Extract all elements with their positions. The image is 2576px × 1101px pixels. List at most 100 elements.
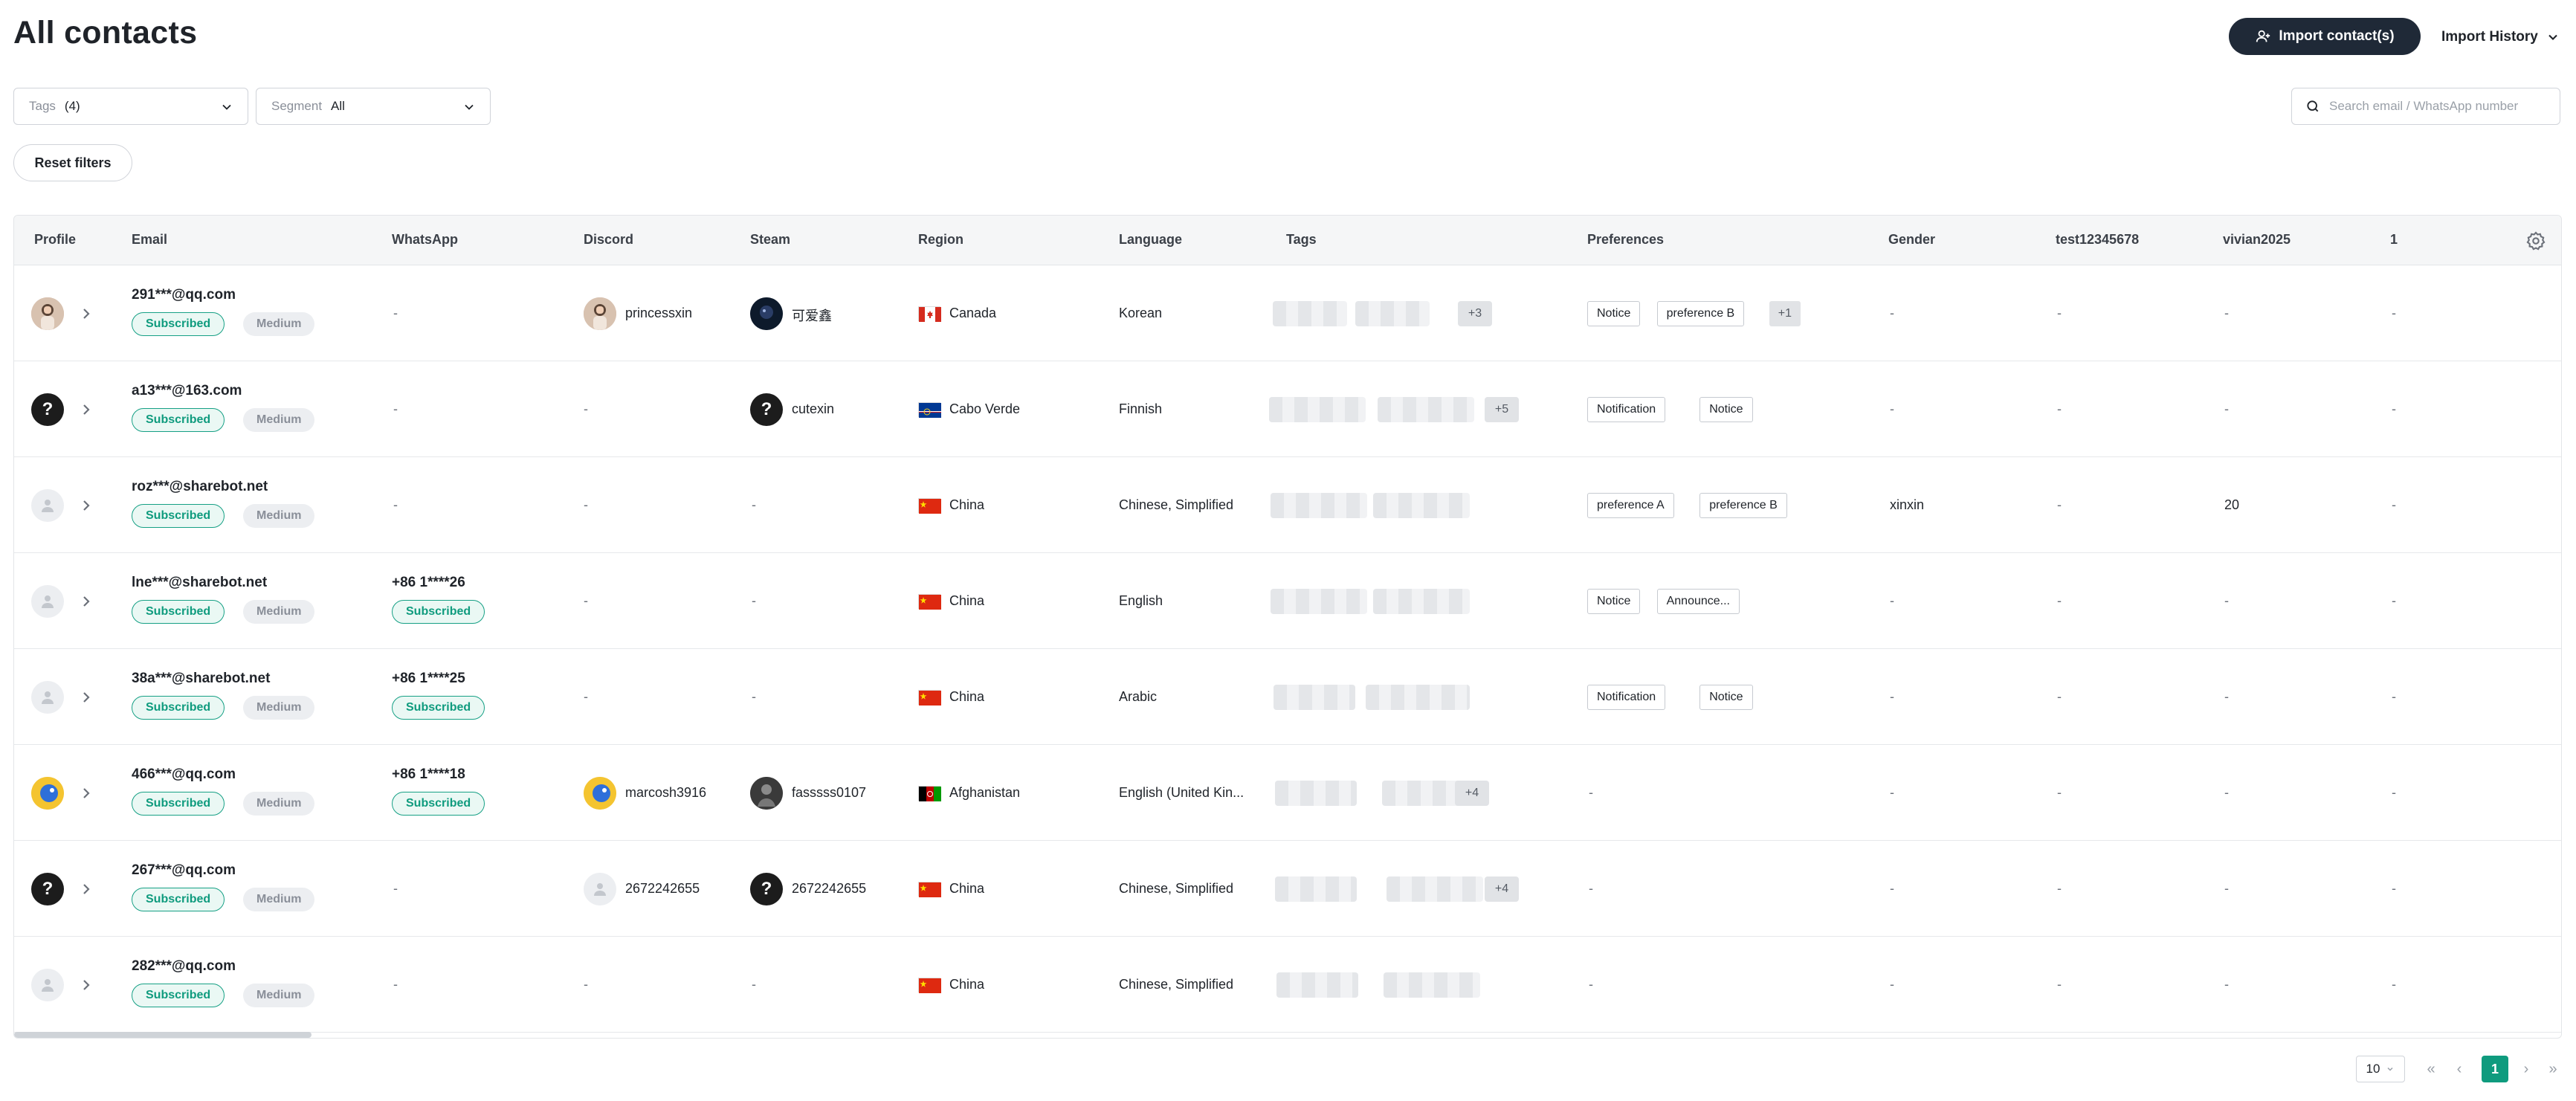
discord-value: - [584,593,588,608]
tags-filter-dropdown[interactable]: Tags (4) [13,88,248,125]
flag-icon-cn [918,881,941,897]
region-value: Afghanistan [949,784,1021,800]
steam-avatar [750,776,783,810]
vivian2025-value: - [2224,784,2229,800]
last-page-icon[interactable]: » [2543,1059,2563,1079]
expand-row-chevron-icon[interactable] [77,305,95,323]
current-page-button[interactable]: 1 [2482,1056,2508,1082]
preference-chip: Notification [1587,396,1666,422]
vivian2025-value: - [2224,401,2229,416]
tag-chip-blurred [1373,492,1470,518]
import-contacts-button[interactable]: Import contact(s) [2229,18,2421,55]
tags-more-badge[interactable]: +5 [1485,396,1519,422]
gear-icon[interactable] [2525,230,2546,251]
column-1-value: - [2392,401,2396,416]
column-header-tags: Tags [1286,232,1317,247]
segment-filter-dropdown[interactable]: Segment All [256,88,491,125]
email-value: roz***@sharebot.net [132,478,268,494]
flag-icon-af [918,785,941,801]
table-row[interactable]: 282***@qq.com Subscribed Medium - - - China Chi… [14,937,2561,1033]
first-page-icon[interactable]: « [2421,1059,2441,1079]
reset-filters-button[interactable]: Reset filters [13,144,132,181]
avatar [31,776,64,810]
segment-filter-label: Segment [271,99,323,113]
column-1-value: - [2392,976,2396,992]
test12345678-value: - [2057,497,2062,512]
import-history-dropdown[interactable]: Import History [2441,22,2560,52]
table-row[interactable]: 466***@qq.com Subscribed Medium +86 1****18… [14,745,2561,841]
tag-chip-blurred [1275,780,1357,806]
table-row[interactable]: roz***@sharebot.net Subscribed Medium - - - Ch… [14,457,2561,553]
search-icon [2307,100,2319,112]
page-size-value: 10 [2366,1062,2380,1076]
test12345678-value: - [2057,784,2062,800]
table-row[interactable]: 291***@qq.com Subscribed Medium - princessxi… [14,265,2561,361]
preferences-value: - [1589,976,1593,992]
tag-chip-blurred [1274,684,1355,710]
horizontal-scrollbar[interactable] [14,1032,311,1038]
search-input[interactable] [2329,99,2546,114]
steam-value: 可爱鑫 [792,308,832,323]
chevron-down-icon [2387,1067,2393,1071]
test12345678-value: - [2057,305,2062,320]
prev-page-icon[interactable]: ‹ [2449,1059,2470,1079]
tag-chip-blurred [1366,684,1470,710]
table-row[interactable]: ? 267***@qq.com Subscribed Medium - 267224265… [14,841,2561,937]
avatar [31,584,64,618]
steam-value: - [752,688,756,704]
avatar [31,297,64,330]
language-value: Arabic [1119,688,1158,704]
column-1-value: - [2392,880,2396,896]
gender-value: - [1890,593,1894,608]
flag-icon-ca [918,306,941,322]
preference-chip: Notice [1699,396,1753,422]
language-value: English (United Kin... [1119,784,1245,800]
preference-chip: preference B [1699,492,1787,518]
whatsapp-status-badge: Subscribed [392,599,485,624]
column-header-1: 1 [2390,232,2398,247]
search-box[interactable] [2291,88,2560,125]
expand-row-chevron-icon[interactable] [77,401,95,419]
tag-chip-blurred [1378,396,1474,422]
import-contacts-label: Import contact(s) [2279,28,2395,44]
preferences-more-badge[interactable]: +1 [1769,300,1801,326]
discord-value: - [584,401,588,416]
column-header-test12345678: test12345678 [2056,232,2140,247]
page-size-select[interactable]: 10 [2356,1056,2405,1082]
email-quality-badge: Medium [243,599,315,624]
expand-row-chevron-icon[interactable] [77,976,95,994]
expand-row-chevron-icon[interactable] [77,688,95,706]
email-status-badge: Subscribed [132,503,225,528]
tags-more-badge[interactable]: +4 [1485,876,1519,902]
column-header-gender: Gender [1888,232,1936,247]
expand-row-chevron-icon[interactable] [77,880,95,898]
user-placeholder-icon [42,978,54,992]
whatsapp-value: +86 1****18 [392,766,465,782]
expand-row-chevron-icon[interactable] [77,784,95,802]
column-1-value: - [2392,784,2396,800]
gender-value: - [1890,976,1894,992]
next-page-icon[interactable]: › [2516,1059,2537,1079]
table-row[interactable]: ? a13***@163.com Subscribed Medium - -? cutexi… [14,361,2561,457]
steam-avatar [750,297,783,330]
expand-row-chevron-icon[interactable] [77,497,95,514]
email-value: 267***@qq.com [132,862,236,878]
email-status-badge: Subscribed [132,599,225,624]
email-value: 291***@qq.com [132,286,236,303]
region-value: China [949,688,985,704]
tag-chip-blurred [1355,300,1430,326]
table-row[interactable]: lne***@sharebot.net Subscribed Medium +86 1… [14,553,2561,649]
discord-avatar [584,872,616,905]
tags-more-badge[interactable]: +4 [1455,780,1489,806]
steam-value: - [752,593,756,608]
tags-filter-label: Tags [29,99,56,113]
discord-avatar [584,776,616,810]
avatar [31,968,64,1001]
tags-more-badge[interactable]: +3 [1458,300,1492,326]
expand-row-chevron-icon[interactable] [77,593,95,610]
tag-chip-blurred [1271,588,1367,614]
email-value: 282***@qq.com [132,958,236,974]
test12345678-value: - [2057,688,2062,704]
table-row[interactable]: 38a***@sharebot.net Subscribed Medium +86 1… [14,649,2561,745]
column-header-preferences: Preferences [1587,232,1665,247]
